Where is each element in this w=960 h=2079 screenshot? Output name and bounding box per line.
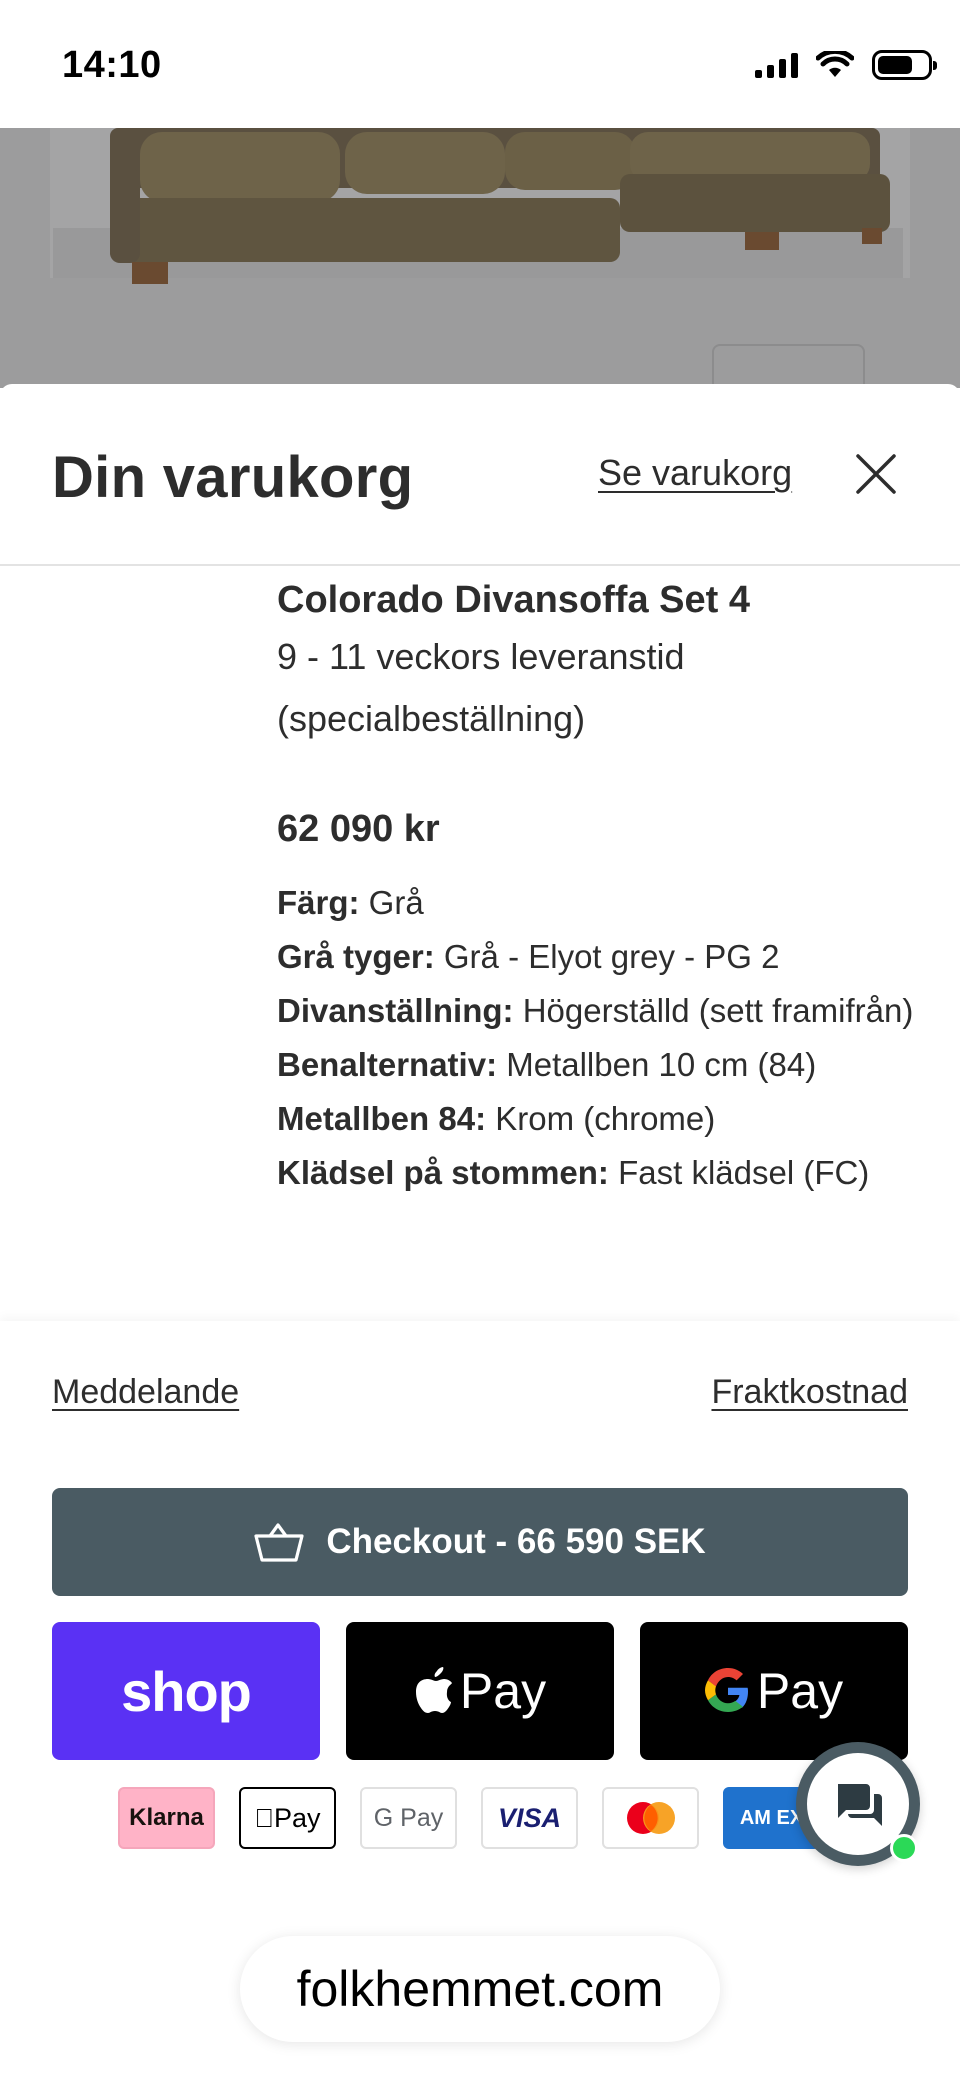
apple-pay-label: Pay	[459, 1663, 547, 1719]
klarna-logo: Klarna	[118, 1787, 215, 1849]
option-value: Högerställd (sett framifrån)	[513, 992, 914, 1029]
apple-pay-button[interactable]: Pay	[346, 1622, 614, 1760]
cart-title: Din varukorg	[52, 445, 414, 510]
message-link[interactable]: Meddelande	[52, 1373, 239, 1412]
option-label: Grå tyger:	[277, 938, 435, 975]
option-value: Grå	[359, 884, 424, 921]
status-icons	[755, 50, 937, 80]
lead-time: 9 - 11 veckors leveranstid	[277, 636, 685, 677]
option-label: Divanställning:	[277, 992, 514, 1029]
wifi-icon	[816, 51, 854, 77]
apple-pay-card-logo: Pay	[239, 1787, 336, 1849]
option-label: Metallben 84:	[277, 1100, 487, 1137]
option-value: Grå - Elyot grey - PG 2	[434, 938, 780, 975]
view-cart-link[interactable]: Se varukorg	[598, 452, 792, 494]
mastercard-icon	[626, 1802, 675, 1834]
google-pay-button[interactable]: Pay	[640, 1622, 908, 1760]
cart-drawer-header: Din varukorg Se varukorg	[0, 384, 960, 566]
battery-icon	[872, 50, 937, 80]
google-g-icon	[704, 1668, 748, 1712]
apple-logo-icon	[415, 1667, 452, 1713]
product-name[interactable]: Colorado Divansoffa Set 4	[277, 574, 917, 626]
visa-logo: VISA	[481, 1787, 578, 1849]
option-row: Metallben 84: Krom (chrome)	[277, 1092, 917, 1146]
chat-bubble-icon	[838, 1784, 882, 1826]
google-pay-card-logo: G Pay	[360, 1787, 457, 1849]
shop-pay-label: shop	[121, 1659, 252, 1723]
image-overlay-button	[712, 344, 865, 388]
shop-pay-button[interactable]: shop	[52, 1622, 320, 1760]
google-pay-label: Pay	[756, 1663, 844, 1719]
option-row: Benalternativ: Metallben 10 cm (84)	[277, 1038, 917, 1092]
option-value: Fast klädsel (FC)	[608, 1154, 870, 1191]
shipping-cost-link[interactable]: Fraktkostnad	[711, 1373, 908, 1412]
checkout-button[interactable]: Checkout - 66 590 SEK	[52, 1488, 908, 1596]
mastercard-logo	[602, 1787, 699, 1849]
product-options: Färg: Grå Grå tyger: Grå - Elyot grey - …	[277, 876, 917, 1200]
product-price: 62 090 kr	[277, 808, 440, 850]
option-value: Metallben 10 cm (84)	[497, 1046, 817, 1083]
checkout-label: Checkout - 66 590 SEK	[326, 1522, 706, 1561]
option-label: Klädsel på stommen:	[277, 1154, 609, 1191]
page-backdrop[interactable]	[0, 128, 960, 388]
cart-line-item: Colorado Divansoffa Set 4 9 - 11 veckors…	[277, 574, 917, 1200]
status-time: 14:10	[62, 44, 162, 86]
cellular-signal-icon	[755, 52, 798, 78]
payment-methods-row: Klarna Pay G Pay VISA AM EX	[118, 1787, 820, 1849]
close-icon[interactable]	[852, 450, 900, 498]
option-value: Krom (chrome)	[486, 1100, 716, 1137]
option-label: Benalternativ:	[277, 1046, 498, 1083]
option-row: Divanställning: Högerställd (sett framif…	[277, 984, 917, 1038]
option-label: Färg:	[277, 884, 360, 921]
option-row: Klädsel på stommen: Fast klädsel (FC)	[277, 1146, 917, 1200]
online-status-dot	[890, 1834, 918, 1862]
option-row: Grå tyger: Grå - Elyot grey - PG 2	[277, 930, 917, 984]
express-checkout-row: shop Pay Pay	[52, 1622, 908, 1760]
lead-time-note: (specialbeställning)	[277, 698, 586, 739]
apple-pay-card-label: Pay	[264, 1802, 321, 1833]
status-bar: 14:10	[0, 0, 960, 128]
browser-url-bar[interactable]: folkhemmet.com	[240, 1936, 720, 2042]
basket-icon	[254, 1523, 304, 1562]
option-row: Färg: Grå	[277, 876, 917, 930]
